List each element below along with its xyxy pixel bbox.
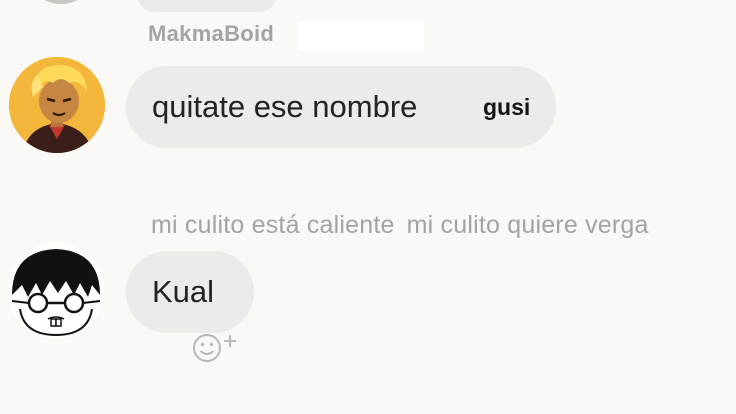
sender-name: MakmaBoid [148,21,275,46]
smiley-add-reaction-icon [193,334,236,362]
reply-header-part: mi culito quiere verga [406,211,649,239]
add-reaction-button[interactable] [190,331,250,365]
avatar-user2[interactable] [8,243,104,339]
reply-header: mi culito está caliente mi culito quiere … [151,211,661,240]
redacted-sender-area [298,22,424,50]
previous-avatar-stub [26,0,96,4]
avatar-makmaboid[interactable] [9,57,105,153]
overlay-caption: gusi [483,94,531,120]
message-text: Kual [152,274,215,309]
reply-header-part: mi culito está caliente [151,211,395,239]
previous-message-bubble-stub [138,0,276,12]
avatar-illustration [9,57,105,153]
avatar-illustration [8,243,104,339]
message-text: quitate ese nombre [152,89,418,124]
message-bubble[interactable]: Kual [126,251,254,333]
